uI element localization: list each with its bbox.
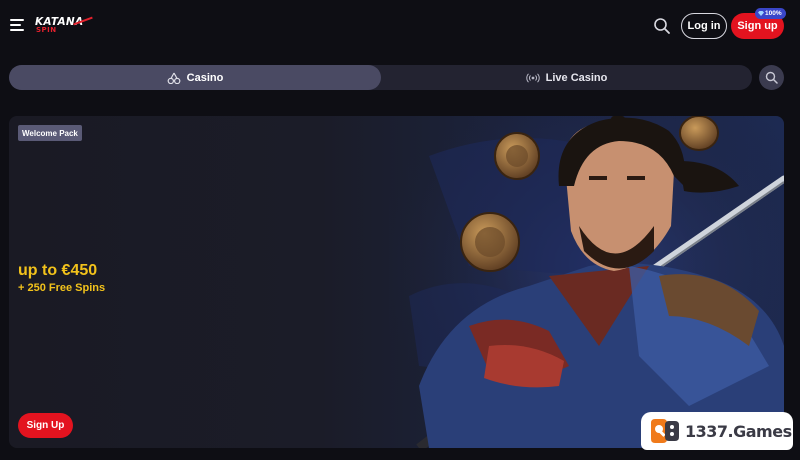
- signup-bonus-badge: 100%: [755, 8, 786, 19]
- katana-spin-logo[interactable]: KATANA SPIN: [35, 14, 95, 36]
- game-search-button[interactable]: [759, 65, 784, 90]
- cherries-icon: [167, 72, 181, 84]
- header-search-icon[interactable]: [653, 17, 671, 35]
- category-tabs: Casino Live Casino: [9, 65, 752, 90]
- search-icon: [765, 71, 778, 84]
- tab-casino[interactable]: Casino: [9, 65, 381, 90]
- welcome-promo-banner[interactable]: Welcome Pack up to €450 + 250 Free Spins…: [9, 116, 784, 448]
- bonus-headline: up to €450: [18, 262, 98, 279]
- logo-text-bottom: SPIN: [36, 26, 57, 34]
- bonus-subline: + 250 Free Spins: [18, 282, 106, 294]
- watermark-logo-icon: [651, 419, 679, 443]
- tab-casino-label: Casino: [186, 71, 224, 84]
- welcome-pack-tag: Welcome Pack: [18, 125, 82, 141]
- watermark-text: 1337.Games: [685, 421, 792, 441]
- 1337-games-watermark: 1337.Games: [641, 412, 793, 450]
- login-button[interactable]: Log in: [681, 13, 727, 39]
- tab-live-casino[interactable]: Live Casino: [381, 65, 752, 90]
- top-header: KATANA SPIN Log in Sign up 100%: [0, 0, 800, 52]
- tab-live-casino-label: Live Casino: [545, 71, 608, 84]
- diamond-icon: [758, 11, 764, 16]
- signup-badge-text: 100%: [765, 10, 782, 17]
- hamburger-menu-icon[interactable]: [10, 19, 26, 31]
- live-broadcast-icon: [525, 72, 540, 83]
- banner-signup-button[interactable]: Sign Up: [18, 413, 73, 438]
- coin-1: [494, 132, 540, 180]
- samurai-illustration: [389, 116, 784, 448]
